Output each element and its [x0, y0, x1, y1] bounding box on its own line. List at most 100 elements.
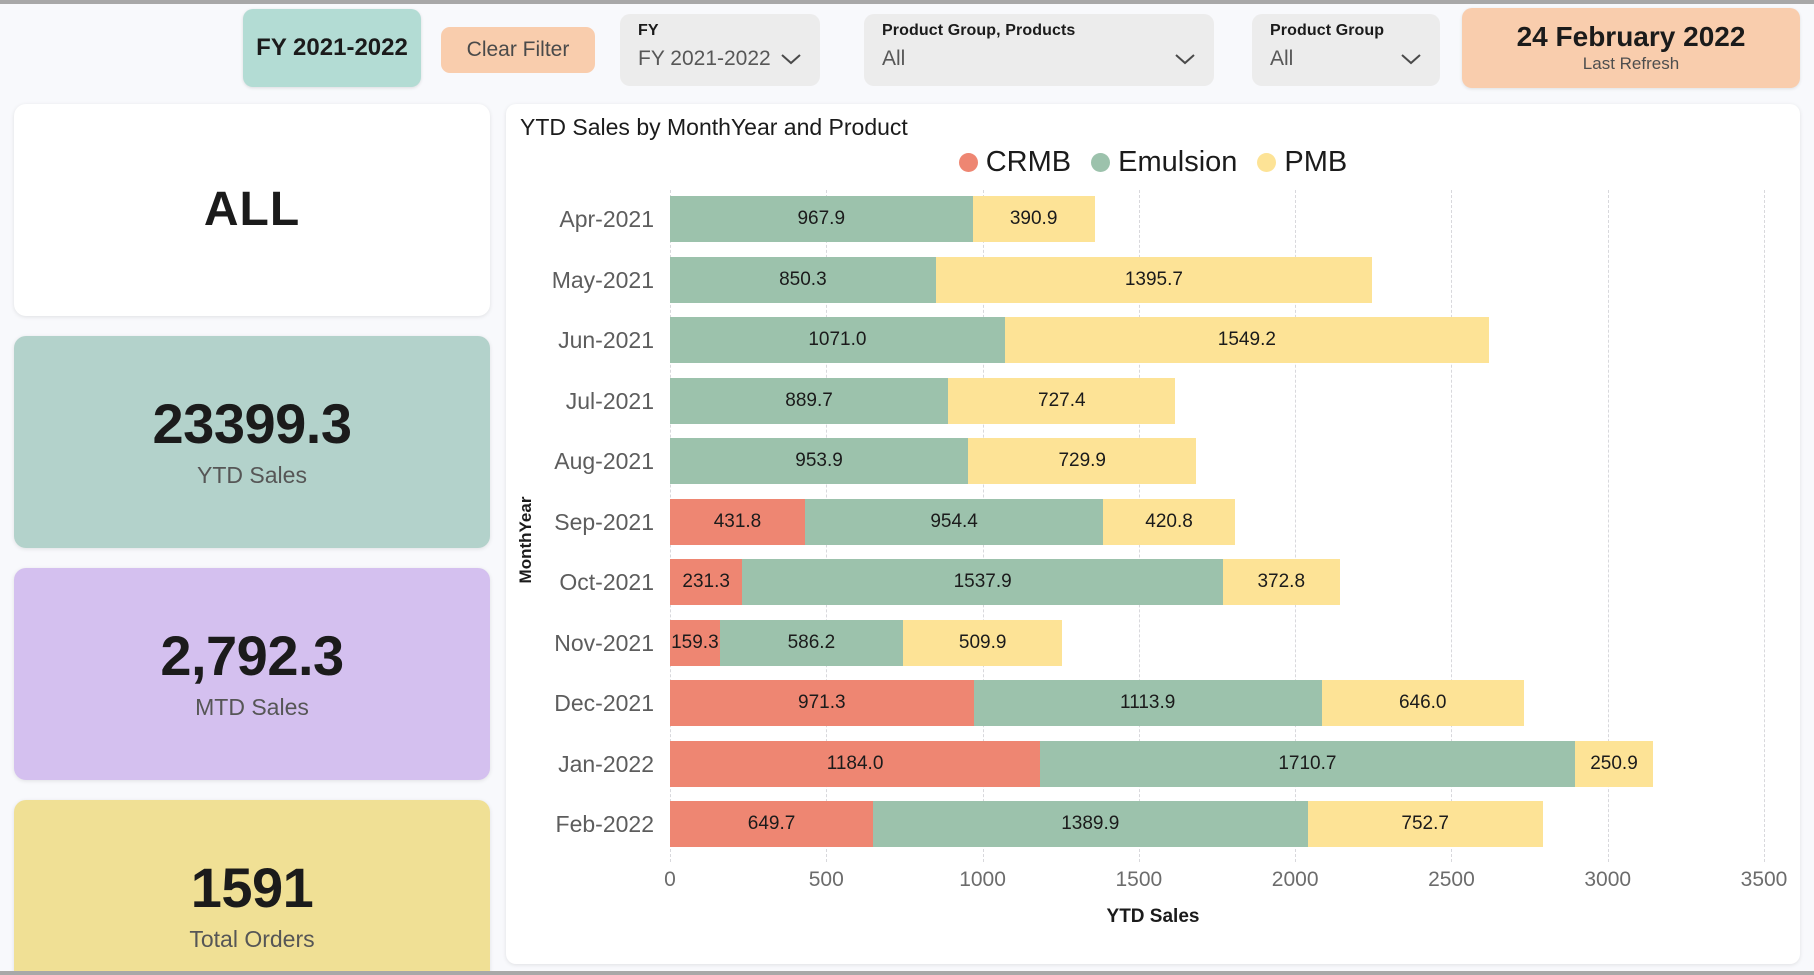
bar-segment-emulsion[interactable]: 1389.9	[873, 801, 1308, 847]
x-axis-tick-label: 1000	[959, 868, 1006, 891]
chart-bar-row[interactable]: Oct-2021 231.3 1537.9 372.8	[506, 559, 1800, 605]
clear-filter-button[interactable]: Clear Filter	[441, 27, 595, 73]
y-axis-tick-label: Feb-2022	[555, 811, 654, 837]
chart-bar-row[interactable]: May-2021 850.3 1395.7	[506, 256, 1800, 303]
slicer-fy-value: FY 2021-2022	[638, 47, 771, 70]
slicer-fy[interactable]: FY FY 2021-2022	[620, 14, 820, 86]
kpi-card-all[interactable]: ALL	[14, 104, 490, 316]
y-axis-tick-label: May-2021	[551, 266, 654, 293]
dashboard-root: FY 2021-2022 Clear Filter FY FY 2021-202…	[0, 4, 1814, 971]
bar-segment-crmb[interactable]: 159.3	[670, 619, 720, 666]
bar-segment-pmb[interactable]: 1395.7	[935, 256, 1373, 303]
bar-value-label: 752.7	[1401, 813, 1449, 834]
kpi-card-ytd-sales[interactable]: 23399.3 YTD Sales	[14, 336, 490, 548]
y-axis-tick-label: Apr-2021	[559, 206, 654, 232]
chart-bar-row[interactable]: Feb-2022 649.7 1389.9 752.7	[506, 801, 1800, 847]
bar-value-label: 649.7	[747, 813, 796, 834]
bar-segment-emulsion[interactable]: 586.2	[719, 619, 903, 666]
chart-bar-row[interactable]: Aug-2021 953.9 729.9	[506, 438, 1800, 484]
kpi-card-mtd-sales-value: 2,792.3	[160, 623, 344, 687]
chevron-down-icon[interactable]	[778, 51, 804, 67]
chart-bar-row[interactable]: Jun-2021 1071.0 1549.2	[506, 317, 1800, 363]
x-axis-tick-label: 2500	[1428, 868, 1475, 891]
chart-legend: CRMB Emulsion PMB	[506, 146, 1800, 179]
bar-segment-pmb[interactable]: 729.9	[968, 438, 1197, 484]
bar-value-label: 729.9	[1058, 450, 1106, 471]
bar-segment-pmb[interactable]: 390.9	[972, 196, 1095, 242]
bar-value-label: 372.8	[1257, 571, 1306, 592]
chart-bar-row[interactable]: Sep-2021 431.8 954.4 420.8	[506, 498, 1800, 545]
chart-plot-area: MonthYear YTD Sales 0 500 1000 1500 2000 2500…	[506, 190, 1800, 964]
bar-value-label: 420.8	[1145, 510, 1193, 532]
chart-bar-row[interactable]: Nov-2021 159.3 586.2 509.9	[506, 619, 1800, 666]
last-refresh-date: 24 February 2022	[1516, 20, 1746, 52]
fy-filter-chip[interactable]: FY 2021-2022	[243, 9, 421, 87]
bar-value-label: 431.8	[713, 510, 762, 532]
bar-segment-pmb[interactable]: 420.8	[1103, 498, 1235, 545]
bar-value-label: 1395.7	[1124, 268, 1183, 290]
bar-segment-emulsion[interactable]: 850.3	[670, 256, 936, 303]
legend-item-label: CRMB	[985, 146, 1072, 178]
chart-bar-row[interactable]: Dec-2021 971.3 1113.9 646.0	[506, 680, 1800, 726]
slicer-product-group-value: All	[1270, 47, 1294, 70]
bar-value-label: 971.3	[798, 692, 846, 713]
bar-segment-pmb[interactable]: 509.9	[903, 619, 1063, 666]
chart-bar-row[interactable]: Jul-2021 889.7 727.4	[506, 377, 1800, 424]
clear-filter-label: Clear Filter	[466, 38, 570, 61]
bar-segment-crmb[interactable]: 231.3	[670, 559, 743, 605]
bar-segment-pmb[interactable]: 250.9	[1574, 740, 1654, 787]
kpi-card-total-orders[interactable]: 1591 Total Orders	[14, 800, 490, 971]
chart-bar-row[interactable]: Apr-2021 967.9 390.9	[506, 196, 1800, 242]
bar-segment-emulsion[interactable]: 1537.9	[742, 559, 1223, 605]
bar-segment-pmb[interactable]: 372.8	[1223, 559, 1340, 605]
slicer-product-group-title: Product Group	[1270, 22, 1385, 39]
legend-swatch-icon	[1091, 153, 1111, 172]
chevron-down-icon[interactable]	[1172, 51, 1198, 67]
bar-segment-emulsion[interactable]: 1071.0	[670, 317, 1005, 363]
slicer-product-group-products[interactable]: Product Group, Products All	[864, 14, 1214, 86]
last-refresh-label: Last Refresh	[1582, 54, 1680, 74]
y-axis-tick-label: Jul-2021	[565, 387, 654, 414]
bar-value-label: 954.4	[930, 510, 978, 532]
slicer-product-group[interactable]: Product Group All	[1252, 14, 1440, 86]
bar-value-label: 953.9	[795, 450, 843, 471]
bar-value-label: 1389.9	[1061, 813, 1120, 834]
bar-value-label: 727.4	[1038, 389, 1086, 411]
bar-segment-emulsion[interactable]: 1113.9	[973, 680, 1322, 726]
legend-item-pmb[interactable]: PMB	[1257, 146, 1347, 179]
y-axis-tick-label: Jun-2021	[558, 327, 654, 353]
y-axis-tick-label: Jan-2022	[558, 750, 654, 777]
chevron-down-icon[interactable]	[1398, 51, 1424, 67]
bar-segment-crmb[interactable]: 431.8	[670, 498, 805, 545]
slicer-product-group-products-value: All	[882, 47, 906, 70]
bar-segment-emulsion[interactable]: 953.9	[670, 438, 969, 484]
chart-bar-row[interactable]: Jan-2022 1184.0 1710.7 250.9	[506, 740, 1800, 787]
legend-item-crmb[interactable]: CRMB	[958, 146, 1072, 179]
chart-title: YTD Sales by MonthYear and Product	[520, 114, 908, 140]
x-axis-tick-label: 3000	[1584, 868, 1632, 891]
kpi-column: ALL 23399.3 YTD Sales 2,792.3 MTD Sales …	[14, 104, 490, 971]
kpi-card-all-value: ALL	[203, 183, 301, 236]
legend-item-emulsion[interactable]: Emulsion	[1091, 146, 1237, 179]
bar-segment-crmb[interactable]: 971.3	[670, 680, 974, 726]
bar-segment-emulsion[interactable]: 954.4	[804, 498, 1104, 545]
slicer-product-group-products-title: Product Group, Products	[882, 22, 1076, 39]
kpi-card-mtd-sales[interactable]: 2,792.3 MTD Sales	[14, 568, 490, 780]
bar-segment-pmb[interactable]: 752.7	[1307, 801, 1543, 847]
bar-segment-pmb[interactable]: 1549.2	[1004, 317, 1489, 363]
bar-segment-emulsion[interactable]: 967.9	[670, 196, 973, 242]
bar-segment-pmb[interactable]: 646.0	[1321, 680, 1524, 726]
filter-toolbar: FY 2021-2022 Clear Filter FY FY 2021-202…	[0, 4, 1814, 102]
bar-segment-crmb[interactable]: 649.7	[670, 801, 874, 847]
bar-segment-pmb[interactable]: 727.4	[948, 377, 1176, 424]
y-axis-tick-label: Nov-2021	[554, 629, 654, 656]
bar-value-label: 586.2	[787, 631, 836, 653]
bar-segment-crmb[interactable]: 1184.0	[670, 740, 1041, 787]
bar-value-label: 250.9	[1590, 752, 1638, 774]
bar-value-label: 1537.9	[953, 571, 1012, 592]
y-axis-tick-label: Aug-2021	[554, 448, 654, 474]
bar-segment-emulsion[interactable]: 1710.7	[1040, 740, 1575, 787]
x-axis-tick-label: 500	[808, 868, 844, 891]
bar-segment-emulsion[interactable]: 889.7	[670, 377, 949, 424]
fy-filter-chip-label: FY 2021-2022	[256, 34, 408, 61]
